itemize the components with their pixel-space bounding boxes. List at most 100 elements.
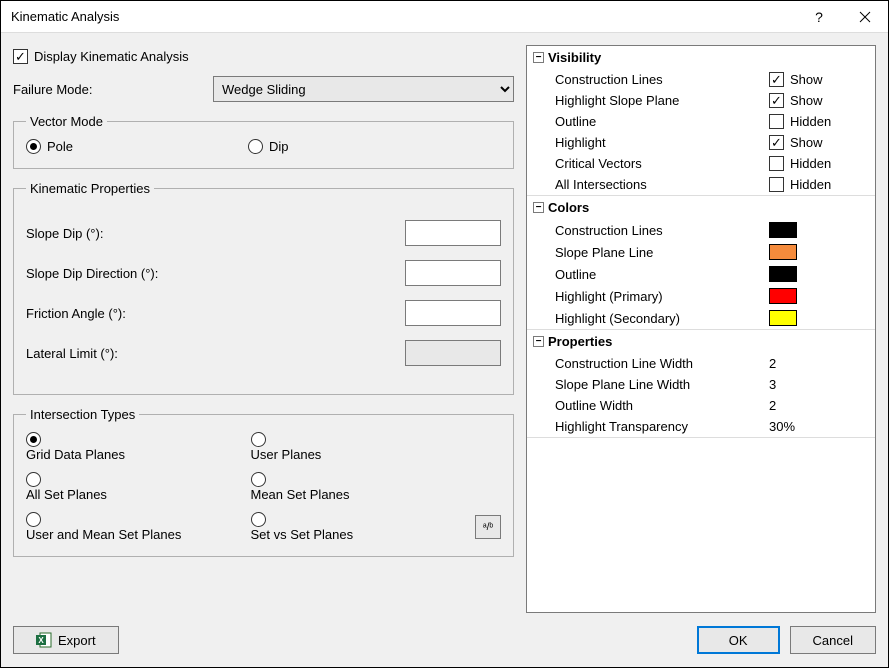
color-swatch[interactable] — [769, 310, 797, 326]
failure-mode-row: Failure Mode: Wedge Sliding — [13, 76, 514, 102]
failure-mode-select[interactable]: Wedge Sliding — [213, 76, 514, 102]
visibility-checkbox[interactable] — [769, 114, 784, 129]
property-row: Outline Width2 — [527, 395, 875, 416]
color-value — [769, 244, 869, 260]
color-swatch[interactable] — [769, 266, 797, 282]
color-label: Highlight (Primary) — [555, 289, 769, 304]
color-value — [769, 288, 869, 304]
visibility-row: Highlight Show — [527, 132, 875, 153]
intersection-option-label: All Set Planes — [26, 487, 107, 502]
color-swatch[interactable] — [769, 288, 797, 304]
help-button[interactable]: ? — [796, 1, 842, 33]
color-row: Outline — [527, 263, 875, 285]
left-panel: Display Kinematic Analysis Failure Mode:… — [13, 45, 514, 613]
property-value[interactable]: 30% — [769, 419, 869, 434]
property-value[interactable]: 3 — [769, 377, 869, 392]
visibility-checkbox[interactable] — [769, 177, 784, 192]
collapse-icon[interactable]: − — [533, 336, 544, 347]
visibility-text: Hidden — [790, 177, 831, 192]
tree-section-visibility: − Visibility Construction LinesShowHighl… — [527, 46, 875, 196]
property-value[interactable]: 2 — [769, 398, 869, 413]
color-value — [769, 266, 869, 282]
visibility-label: Highlight — [555, 135, 769, 150]
kinematic-properties-group: Kinematic Properties Slope Dip (°):▲▼Slo… — [13, 181, 514, 395]
property-label: Highlight Transparency — [555, 419, 769, 434]
kinematic-prop-row: Slope Dip Direction (°):▲▼ — [26, 260, 501, 286]
vector-mode-pole-radio[interactable] — [26, 139, 41, 154]
intersection-option-label: Grid Data Planes — [26, 447, 125, 462]
color-row: Highlight (Primary) — [527, 285, 875, 307]
visibility-text: Hidden — [790, 114, 831, 129]
ok-button[interactable]: OK — [697, 626, 780, 654]
color-label: Outline — [555, 267, 769, 282]
property-label: Construction Line Width — [555, 356, 769, 371]
visibility-label: Outline — [555, 114, 769, 129]
footer: X Export OK Cancel — [1, 613, 888, 667]
intersection-option: All Set Planes — [26, 472, 245, 502]
visibility-row: Outline Hidden — [527, 111, 875, 132]
visibility-row: Highlight Slope PlaneShow — [527, 90, 875, 111]
intersection-option-label: Mean Set Planes — [251, 487, 350, 502]
visibility-text: Show — [790, 135, 823, 150]
intersection-option: User Planes — [251, 432, 470, 462]
export-button-label: Export — [58, 633, 96, 648]
display-check-row: Display Kinematic Analysis — [13, 49, 514, 64]
property-row: Construction Line Width2 — [527, 353, 875, 374]
visibility-checkbox[interactable] — [769, 135, 784, 150]
property-value[interactable]: 2 — [769, 356, 869, 371]
close-button[interactable] — [842, 1, 888, 33]
color-label: Construction Lines — [555, 223, 769, 238]
visibility-text: Hidden — [790, 156, 831, 171]
property-tree: − Visibility Construction LinesShowHighl… — [526, 45, 876, 613]
dialog-body: Display Kinematic Analysis Failure Mode:… — [1, 33, 888, 613]
kinematic-prop-spinner[interactable]: ▲▼ — [405, 340, 501, 366]
visibility-value: Show — [769, 135, 869, 150]
set-vs-set-config-button[interactable]: ᵃ/ᵇ — [475, 515, 501, 539]
svg-text:X: X — [38, 636, 44, 645]
failure-mode-label: Failure Mode: — [13, 82, 213, 97]
property-row: Highlight Transparency30% — [527, 416, 875, 437]
visibility-text: Show — [790, 93, 823, 108]
property-label: Slope Plane Line Width — [555, 377, 769, 392]
intersection-option: User and Mean Set Planes — [26, 512, 245, 542]
kinematic-prop-spinner[interactable]: ▲▼ — [405, 260, 501, 286]
tree-header-properties: − Properties — [527, 330, 875, 353]
visibility-checkbox[interactable] — [769, 93, 784, 108]
vector-mode-group: Vector Mode Pole Dip — [13, 114, 514, 169]
collapse-icon[interactable]: − — [533, 52, 544, 63]
color-swatch[interactable] — [769, 222, 797, 238]
kinematic-prop-spinner[interactable]: ▲▼ — [405, 220, 501, 246]
intersection-option: Mean Set Planes — [251, 472, 470, 502]
color-row: Construction Lines — [527, 219, 875, 241]
dialog-window: Kinematic Analysis ? Display Kinematic A… — [0, 0, 889, 668]
collapse-icon[interactable]: − — [533, 202, 544, 213]
cancel-button[interactable]: Cancel — [790, 626, 876, 654]
color-value — [769, 310, 869, 326]
vector-mode-pole-label: Pole — [47, 139, 73, 154]
intersection-radio[interactable] — [251, 472, 266, 487]
tree-header-colors: − Colors — [527, 196, 875, 219]
tree-header-properties-label: Properties — [548, 334, 612, 349]
close-icon — [859, 11, 871, 23]
display-checkbox[interactable] — [13, 49, 28, 64]
color-row: Highlight (Secondary) — [527, 307, 875, 329]
intersection-radio[interactable] — [26, 432, 41, 447]
property-row: Slope Plane Line Width3 — [527, 374, 875, 395]
visibility-checkbox[interactable] — [769, 72, 784, 87]
kinematic-prop-spinner[interactable]: ▲▼ — [405, 300, 501, 326]
visibility-value: Show — [769, 72, 869, 87]
kinematic-prop-label: Slope Dip Direction (°): — [26, 266, 405, 281]
vector-mode-dip-radio[interactable] — [248, 139, 263, 154]
intersection-radio[interactable] — [251, 432, 266, 447]
intersection-radio[interactable] — [251, 512, 266, 527]
kinematic-prop-label: Lateral Limit (°): — [26, 346, 405, 361]
intersection-radio[interactable] — [26, 512, 41, 527]
color-swatch[interactable] — [769, 244, 797, 260]
intersection-radio[interactable] — [26, 472, 41, 487]
color-label: Highlight (Secondary) — [555, 311, 769, 326]
display-checkbox-label: Display Kinematic Analysis — [34, 49, 189, 64]
kinematic-prop-label: Slope Dip (°): — [26, 226, 405, 241]
export-button[interactable]: X Export — [13, 626, 119, 654]
tree-section-properties: − Properties Construction Line Width2Slo… — [527, 330, 875, 438]
visibility-checkbox[interactable] — [769, 156, 784, 171]
